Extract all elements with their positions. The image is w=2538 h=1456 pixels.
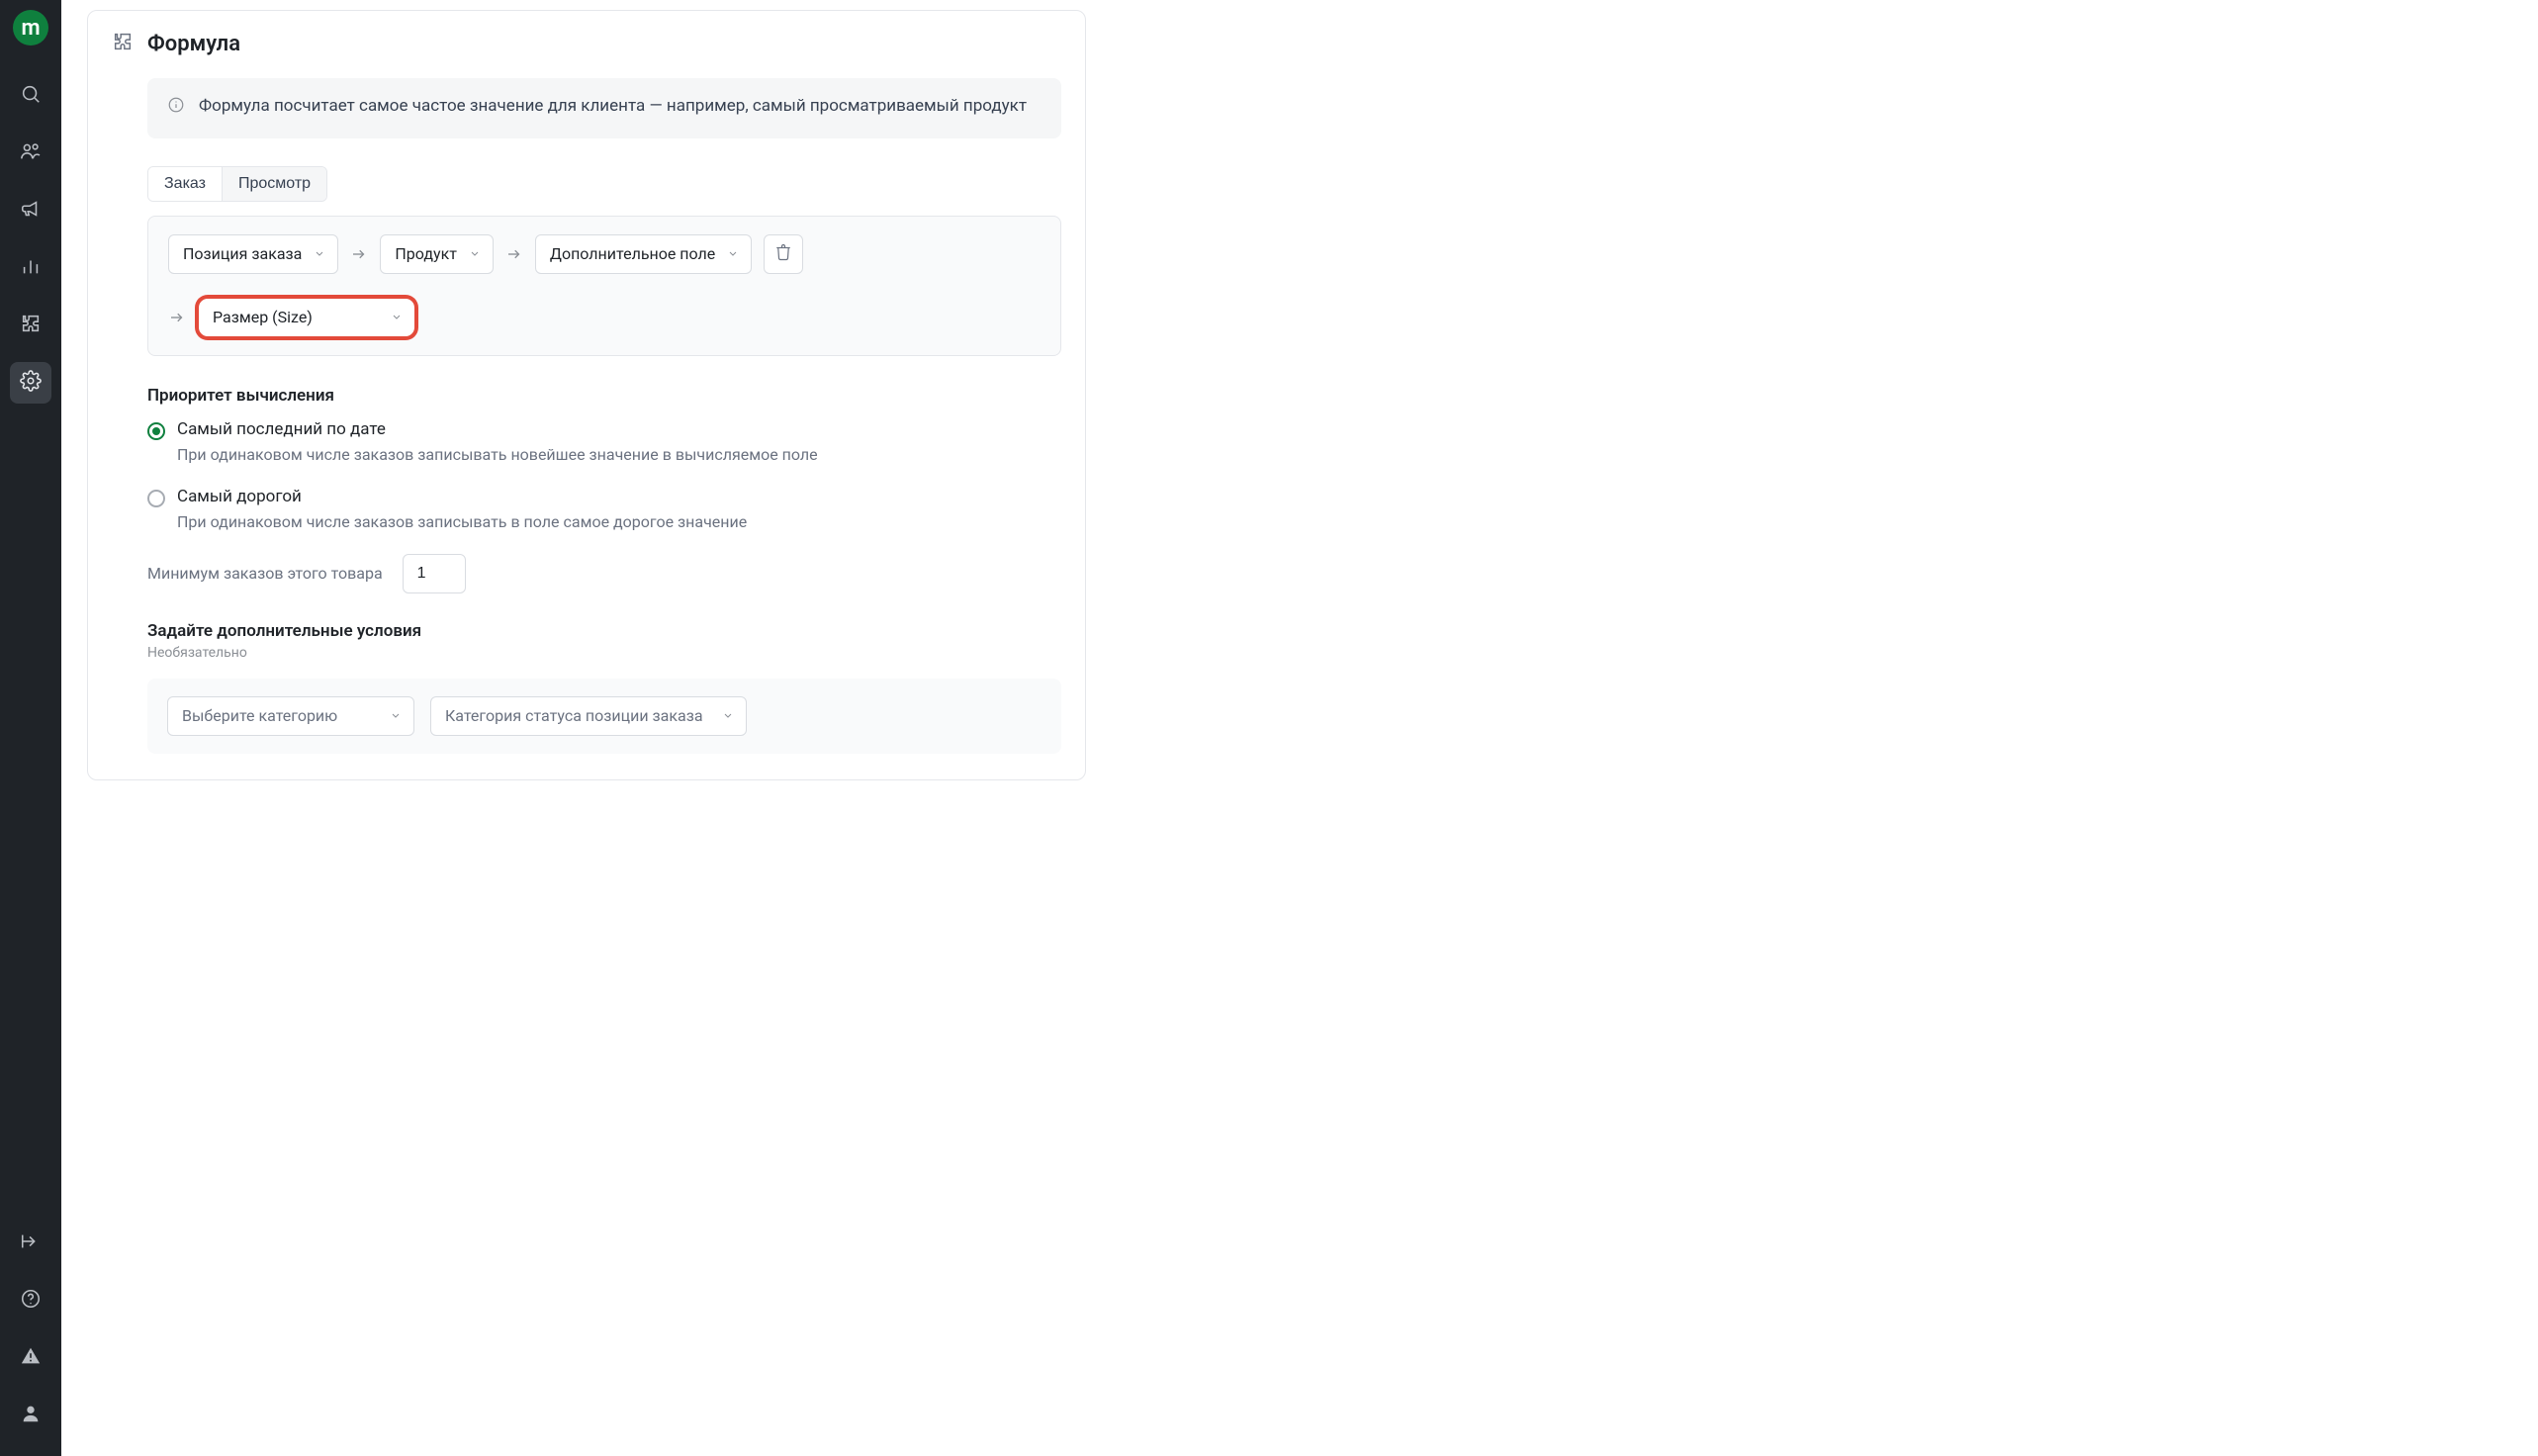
radio-latest-row: Самый последний по дате При одинаковом ч… (147, 419, 1061, 467)
select-label: Дополнительное поле (550, 244, 715, 263)
gear-icon (20, 370, 42, 396)
conditions-title: Задайте дополнительные условия (147, 621, 1061, 641)
card-body: Формула посчитает самое частое значение … (112, 78, 1061, 754)
select-label: Размер (Size) (213, 308, 313, 326)
sidebar-item-settings[interactable] (10, 362, 51, 404)
sidebar-top-stack (10, 67, 51, 1215)
chevron-down-icon (314, 244, 325, 263)
app-logo-letter: m (21, 16, 40, 41)
radio-latest-desc: При одинаковом числе заказов записывать … (177, 443, 818, 467)
megaphone-icon (20, 198, 42, 224)
select-condition-category[interactable]: Выберите категорию (167, 696, 414, 736)
radio-expensive[interactable] (147, 490, 165, 507)
info-icon (167, 94, 185, 123)
user-icon (20, 1403, 42, 1428)
sidebar-item-logout[interactable] (10, 1223, 51, 1264)
select-product[interactable]: Продукт (380, 234, 494, 274)
radio-latest-label: Самый последний по дате (177, 419, 818, 439)
select-label: Категория статуса позиции заказа (445, 706, 703, 725)
radio-expensive-desc: При одинаковом числе заказов записывать … (177, 510, 747, 534)
page-title: Формула (147, 32, 240, 56)
radio-expensive-row: Самый дорогой При одинаковом числе заказ… (147, 487, 1061, 534)
arrow-right-icon (350, 245, 368, 263)
tab-order[interactable]: Заказ (148, 167, 222, 201)
select-order-line[interactable]: Позиция заказа (168, 234, 338, 274)
tab-view[interactable]: Просмотр (222, 167, 326, 201)
bar-chart-icon (20, 255, 42, 281)
puzzle-icon (20, 313, 42, 338)
select-custom-field[interactable]: Дополнительное поле (535, 234, 752, 274)
source-tabs: Заказ Просмотр (147, 166, 327, 202)
chevron-down-icon (390, 706, 402, 725)
main-content: Формула Формула посчитает самое частое з… (61, 0, 2538, 1456)
sidebar-item-help[interactable] (10, 1280, 51, 1321)
trash-icon (774, 243, 792, 264)
radio-expensive-label: Самый дорогой (177, 487, 747, 506)
people-icon (20, 140, 42, 166)
app-logo[interactable]: m (13, 10, 48, 46)
chevron-down-icon (469, 244, 481, 263)
sidebar: m (0, 0, 61, 1456)
arrow-right-icon (505, 245, 523, 263)
formula-chain: Позиция заказа Продукт Дополнительное по… (147, 216, 1061, 356)
formula-card: Формула Формула посчитает самое частое з… (87, 10, 1086, 780)
select-label: Позиция заказа (183, 244, 302, 263)
chevron-down-icon (727, 244, 739, 263)
sidebar-item-alerts[interactable] (10, 1337, 51, 1379)
radio-latest[interactable] (147, 422, 165, 440)
select-size[interactable]: Размер (Size) (198, 298, 415, 337)
arrow-right-icon (168, 309, 186, 326)
priority-heading: Приоритет вычисления (147, 386, 1061, 406)
chevron-down-icon (391, 308, 403, 326)
puzzle-header-icon (112, 31, 134, 56)
card-header: Формула (112, 31, 1061, 56)
min-orders-row: Минимум заказов этого товара (147, 554, 1061, 593)
info-text: Формула посчитает самое частое значение … (199, 94, 1027, 123)
select-label: Продукт (395, 244, 457, 263)
sidebar-item-profile[interactable] (10, 1395, 51, 1436)
conditions-box: Выберите категорию Категория статуса поз… (147, 679, 1061, 754)
search-icon (20, 83, 42, 109)
min-orders-label: Минимум заказов этого товара (147, 564, 383, 583)
sidebar-item-analytics[interactable] (10, 247, 51, 289)
info-box: Формула посчитает самое частое значение … (147, 78, 1061, 138)
conditions-subtitle: Необязательно (147, 645, 1061, 661)
min-orders-input[interactable] (403, 554, 466, 593)
sidebar-item-campaigns[interactable] (10, 190, 51, 231)
sidebar-bottom-stack (10, 1215, 51, 1456)
delete-chain-button[interactable] (764, 234, 803, 274)
sidebar-item-people[interactable] (10, 133, 51, 174)
sidebar-item-search[interactable] (10, 75, 51, 117)
logout-icon (20, 1230, 42, 1256)
sidebar-item-integrations[interactable] (10, 305, 51, 346)
select-placeholder: Выберите категорию (182, 706, 337, 725)
chevron-down-icon (722, 706, 734, 725)
help-icon (20, 1288, 42, 1314)
select-status-category[interactable]: Категория статуса позиции заказа (430, 696, 747, 736)
warning-icon (20, 1345, 42, 1371)
